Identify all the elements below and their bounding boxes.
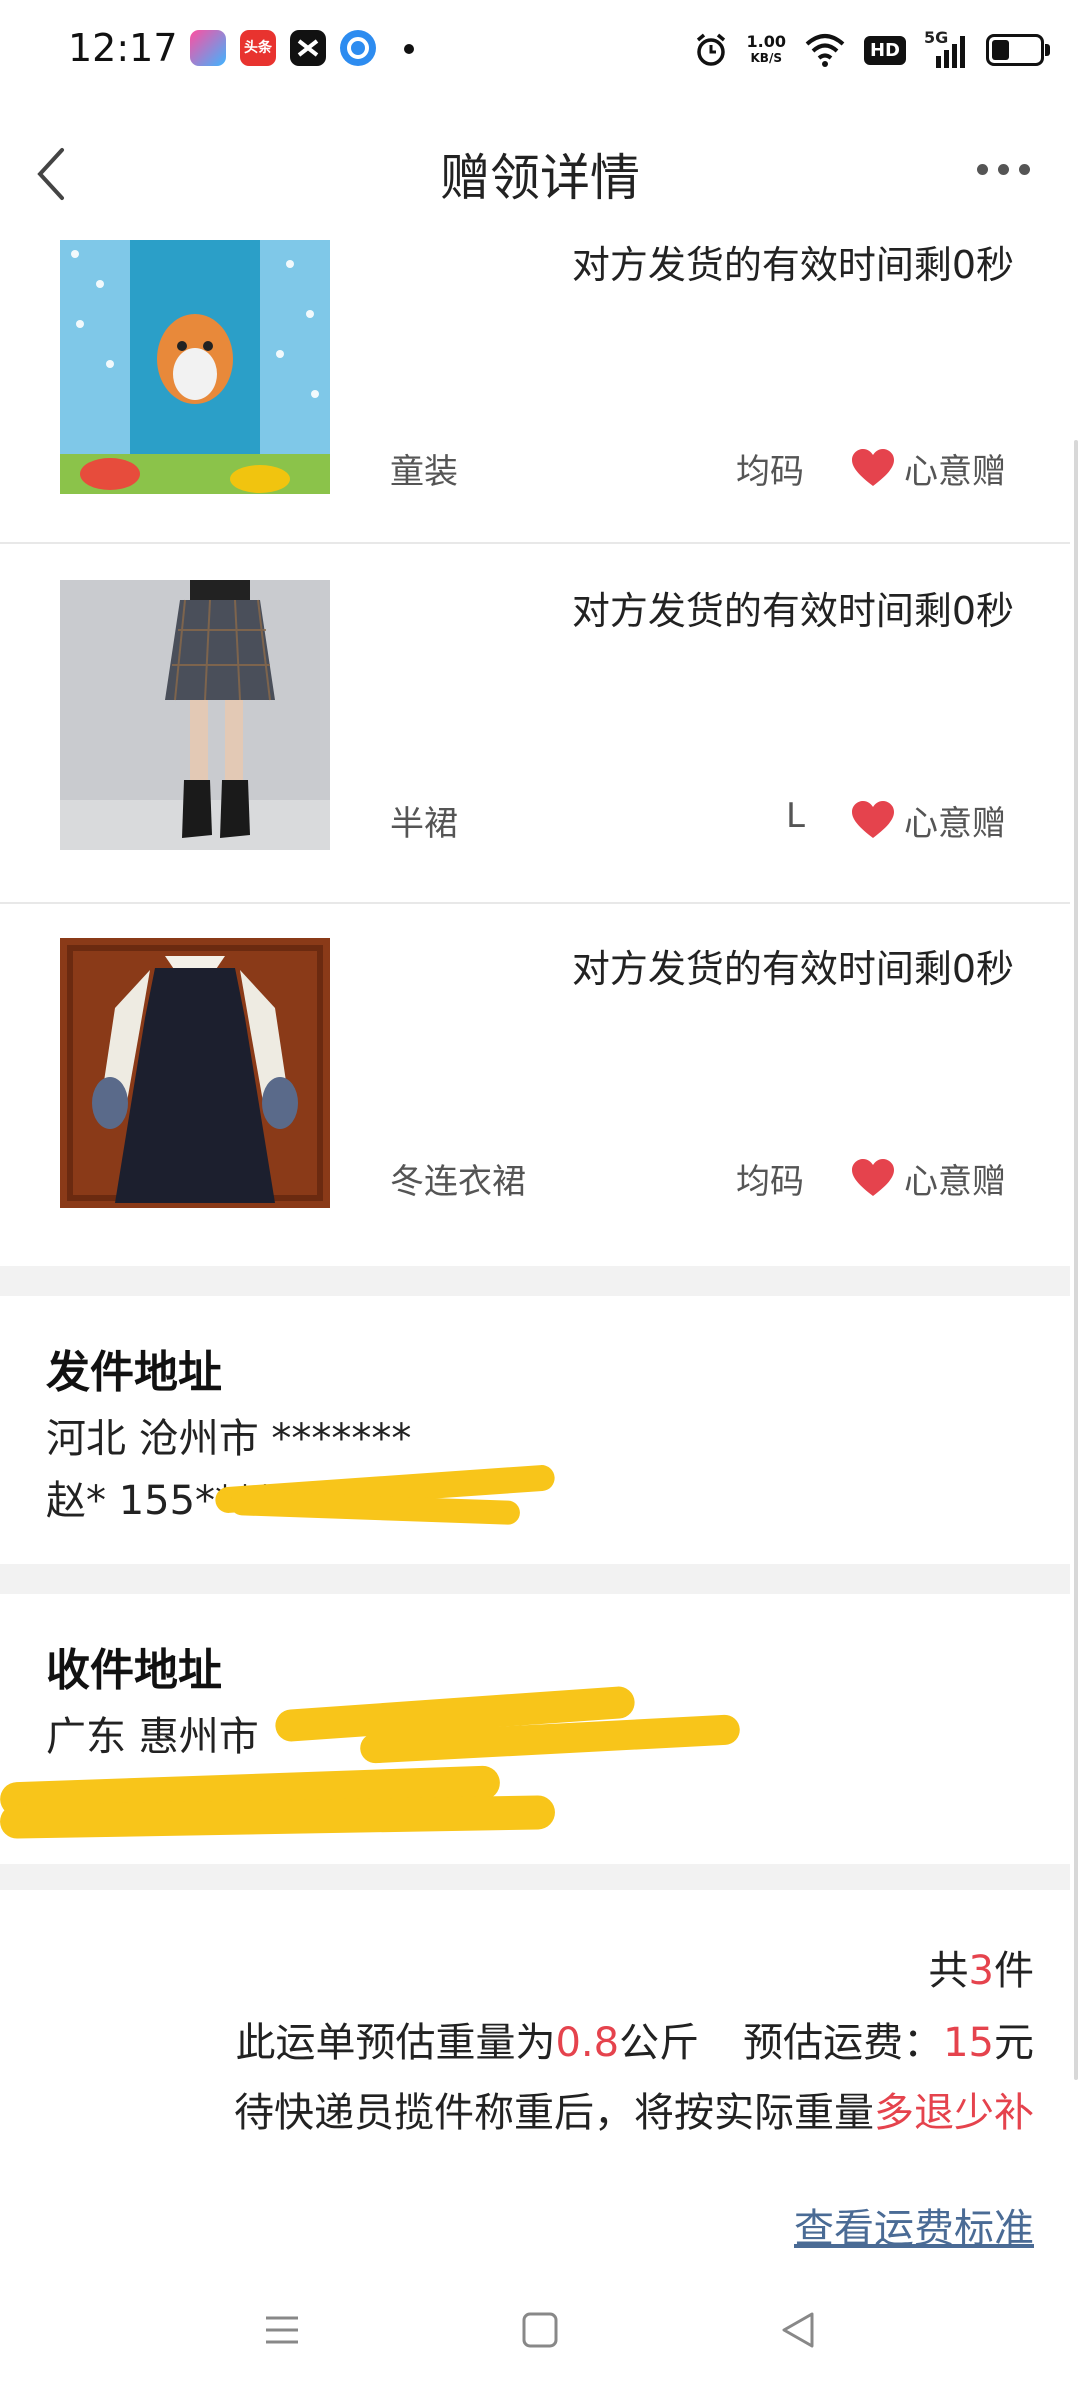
more-options-icon[interactable]	[977, 164, 1030, 175]
product-image-kids-clothing	[60, 240, 330, 494]
status-time: 12:17	[68, 26, 178, 70]
item-title: 对方发货的有效时间剩0秒	[571, 243, 1014, 287]
heart-icon	[852, 449, 894, 486]
gift-item-1[interactable]: 对方发货的有效时间剩0秒 童装 均码 心意赠	[0, 240, 1070, 544]
item-title: 对方发货的有效时间剩0秒	[571, 947, 1014, 991]
gift-item-2[interactable]: 对方发货的有效时间剩0秒 半裙 L 心意赠	[0, 550, 1070, 904]
heart-icon	[852, 801, 894, 838]
back-icon[interactable]	[778, 2310, 818, 2350]
item-category: 童装	[390, 452, 458, 492]
system-nav-bar	[0, 2270, 1080, 2400]
notification-dot-icon	[404, 44, 414, 54]
item-count: 共3件	[928, 1948, 1034, 1994]
shipping-summary: 共3件 此运单预估重量为0.8公斤 预估运费：15元 待快递员揽件称重后，将按实际…	[0, 1890, 1070, 2252]
signal-icon: 5G	[924, 28, 968, 68]
weight-fee-line: 此运单预估重量为0.8公斤 预估运费：15元	[235, 2020, 1034, 2066]
item-category: 冬连衣裙	[390, 1162, 526, 1202]
sender-address-heading: 发件地址	[46, 1347, 222, 1398]
shipping-fee-standard-link[interactable]: 查看运费标准	[794, 2196, 1034, 2254]
item-size: 均码	[736, 452, 804, 492]
hd-icon: HD	[863, 35, 906, 65]
battery-icon	[986, 34, 1050, 66]
page-title: 赠领详情	[440, 149, 640, 207]
home-icon[interactable]	[520, 2310, 560, 2350]
capcut-icon	[290, 30, 326, 66]
status-icons: 1.00 KB/S HD 5G	[693, 28, 1050, 72]
section-divider	[0, 1864, 1070, 1890]
item-size: L	[786, 796, 805, 836]
section-divider	[0, 1564, 1070, 1594]
tv-app-icon	[190, 30, 226, 66]
receiver-address-heading: 收件地址	[46, 1645, 222, 1696]
heart-icon	[852, 1159, 894, 1196]
product-image-skirt	[60, 580, 330, 850]
section-divider	[0, 1266, 1070, 1296]
wifi-icon	[805, 34, 845, 67]
item-size: 均码	[736, 1162, 804, 1202]
sender-address-line: 河北 沧州市 *******	[46, 1416, 412, 1462]
scrollbar[interactable]	[1074, 440, 1078, 2080]
alarm-icon	[696, 33, 725, 66]
gift-type-label: 心意赠	[904, 804, 1006, 844]
net-speed: 1.00 KB/S	[746, 32, 786, 65]
receiver-address-section: 收件地址 广东 惠州市	[0, 1594, 1070, 1864]
item-title: 对方发货的有效时间剩0秒	[571, 589, 1014, 633]
gift-item-3[interactable]: 对方发货的有效时间剩0秒 冬连衣裙 均码 心意赠	[0, 904, 1070, 1256]
receiver-address-line: 广东 惠州市	[46, 1714, 259, 1760]
browser-icon	[340, 30, 376, 66]
gift-type-label: 心意赠	[904, 452, 1006, 492]
weight-note-line: 待快递员揽件称重后，将按实际重量多退少补	[234, 2090, 1034, 2136]
header-bar: 赠领详情	[0, 100, 1080, 240]
sender-address-section: 发件地址 河北 沧州市 ******* 赵* 155****	[0, 1296, 1070, 1564]
item-category: 半裙	[390, 804, 458, 844]
product-image-dress	[60, 938, 330, 1208]
toutiao-icon: 头条	[240, 30, 276, 66]
gift-type-label: 心意赠	[904, 1162, 1006, 1202]
status-bar: 12:17 头条 1.00 KB/S HD 5G	[0, 0, 1080, 100]
menu-icon[interactable]	[262, 2310, 302, 2350]
